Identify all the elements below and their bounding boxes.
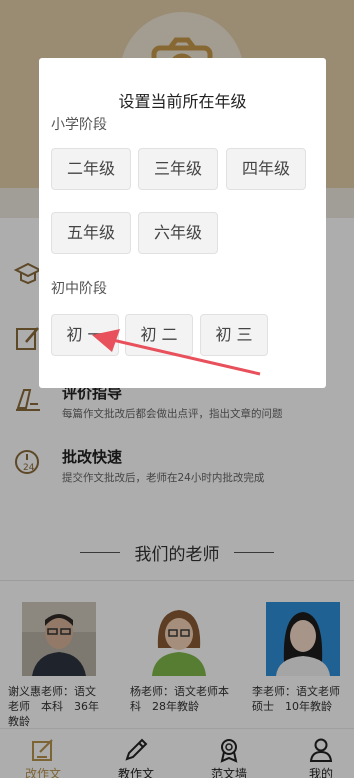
grade-button-3[interactable]: 三年级	[138, 148, 218, 190]
grade-select-dialog: 设置当前所在年级 小学阶段 二年级 三年级 四年级 五年级 六年级 初中阶段 初…	[39, 58, 326, 388]
dialog-title: 设置当前所在年级	[118, 92, 247, 111]
grade-button-6[interactable]: 六年级	[138, 212, 218, 254]
grade-button-5[interactable]: 五年级	[51, 212, 131, 254]
grade-button-junior-3[interactable]: 初 三	[200, 314, 268, 356]
grade-button-junior-1[interactable]: 初 一	[51, 314, 119, 356]
grade-button-4[interactable]: 四年级	[226, 148, 306, 190]
primary-school-label: 小学阶段	[51, 117, 107, 133]
middle-school-label: 初中阶段	[51, 281, 107, 297]
grade-button-2[interactable]: 二年级	[51, 148, 131, 190]
grade-button-junior-2[interactable]: 初 二	[125, 314, 193, 356]
